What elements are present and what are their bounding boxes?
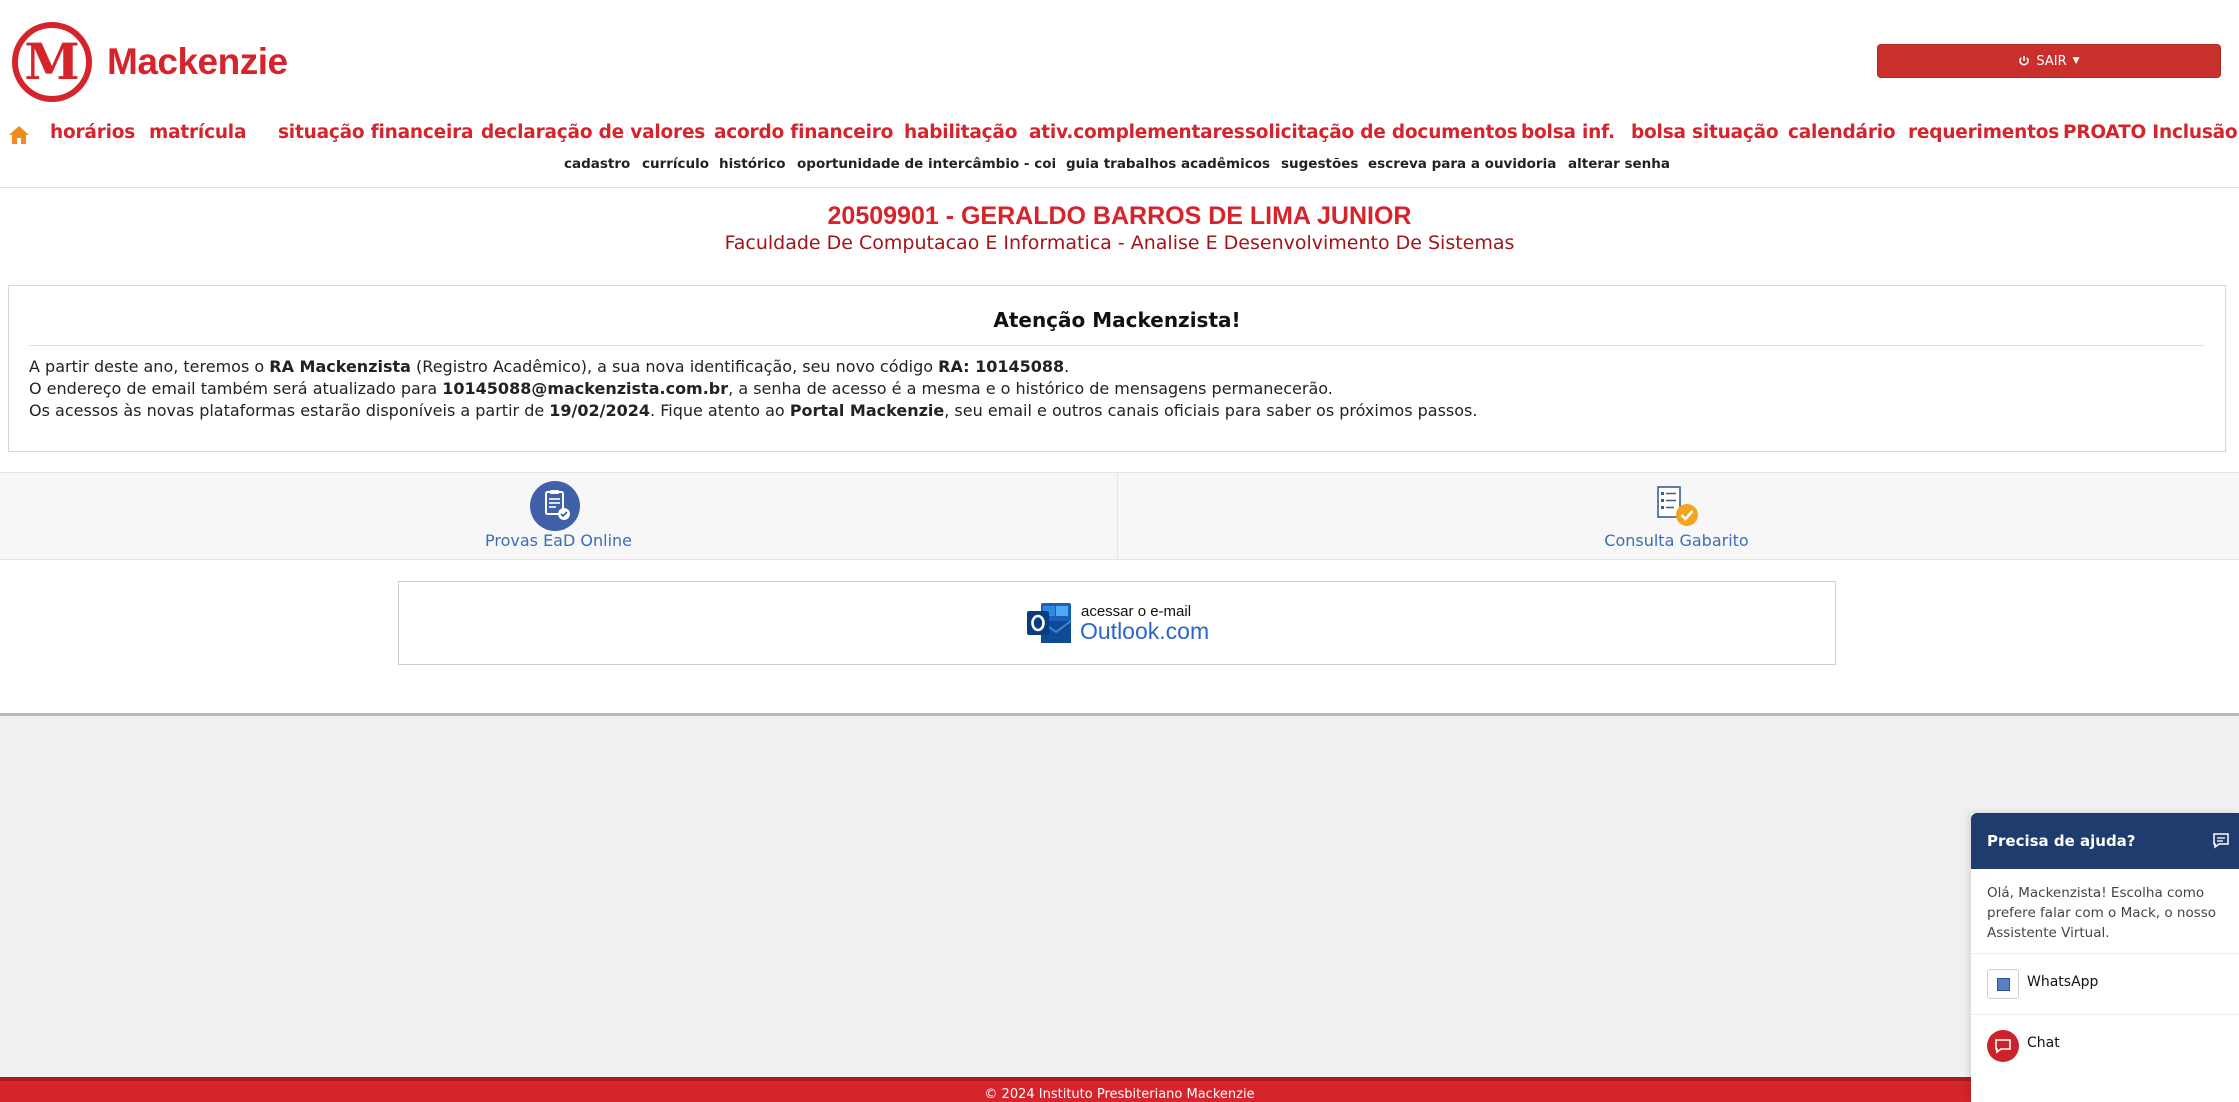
nav-divider [0,187,2239,188]
home-icon[interactable] [8,125,30,145]
nav-acordo-financeiro[interactable]: acordo financeiro [714,122,893,143]
subnav-curriculo[interactable]: currículo [642,156,709,172]
nav-proato-inclusao[interactable]: PROATO Inclusão [2063,122,2238,143]
outlook-title: Outlook.com [1080,618,1210,644]
nav-declaracao-de-valores[interactable]: declaração de valores [481,122,705,143]
help-widget: Precisa de ajuda? Olá, Mackenzista! Esco… [1971,813,2239,1102]
whatsapp-icon [1987,969,2019,999]
nav-solicitacao-de-documentos[interactable]: solicitação de documentos [1245,122,1518,143]
notice-line-date: Os acessos às novas plataformas estarão … [29,401,1478,420]
notice-title: Atenção Mackenzista! [993,308,1241,332]
answer-sheet-check-icon [1657,486,1698,526]
student-course: Faculdade De Computacao E Informatica - … [724,232,1515,254]
outlook-icon [1027,603,1072,643]
logout-label: SAIR [2036,53,2067,69]
notice-divider [29,345,2205,346]
nav-matricula[interactable]: matrícula [149,122,246,143]
main-navigation: horários matrícula situação financeira d… [0,122,2239,152]
clipboard-check-icon [530,481,580,531]
subnav-cadastro[interactable]: cadastro [564,156,630,172]
caret-down-icon: ▼ [2072,56,2080,66]
quick-actions: Provas EaD Online Consulta Gabarito [0,472,2239,561]
help-title: Precisa de ajuda? [1987,832,2136,850]
main-content-area: M Mackenzie SAIR ▼ horários matrícula si… [0,0,2239,716]
chat-icon [1987,1030,2019,1062]
nav-requerimentos[interactable]: requerimentos [1908,122,2059,143]
chat-bubble-icon[interactable] [2212,832,2230,849]
nav-ativ-complementares[interactable]: ativ.complementares [1029,122,1245,143]
subnav-intercambio[interactable]: oportunidade de intercâmbio - coi [797,156,1056,172]
provas-ead-online-button[interactable]: Provas EaD Online [0,473,1117,561]
notice-line-email: O endereço de email também será atualiza… [29,379,1333,398]
power-icon [2019,56,2030,66]
help-header[interactable]: Precisa de ajuda? [1971,813,2239,869]
nav-calendario[interactable]: calendário [1788,122,1896,143]
notice-line-ra: A partir deste ano, teremos o RA Mackenz… [29,357,1070,376]
help-chat-option[interactable]: Chat [1971,1014,2239,1074]
notice-body: A partir deste ano, teremos o RA Mackenz… [29,356,1477,422]
help-chat-label: Chat [2027,1035,2060,1051]
subnav-sugestoes[interactable]: sugestões [1281,156,1358,172]
nav-situacao-financeira[interactable]: situação financeira [278,122,474,143]
help-whatsapp-option[interactable]: WhatsApp [1971,953,2239,1013]
mackenzie-logo[interactable]: M Mackenzie [12,22,288,102]
nav-bolsa-situacao[interactable]: bolsa situação [1631,122,1779,143]
provas-ead-online-label: Provas EaD Online [484,531,632,550]
student-name: 20509901 - GERALDO BARROS DE LIMA JUNIOR [827,202,1412,230]
help-intro: Olá, Mackenzista! Escolha como prefere f… [1987,885,2217,941]
subnav-alterar-senha[interactable]: alterar senha [1568,156,1670,172]
consulta-gabarito-label: Consulta Gabarito [1604,531,1749,550]
nav-horarios[interactable]: horários [50,122,135,143]
footer: © 2024 Instituto Presbiteriano Mackenzie [0,1077,2239,1102]
secondary-navigation: cadastro currículo histórico oportunidad… [0,156,2239,176]
subnav-ouvidoria[interactable]: escreva para a ouvidoria [1368,156,1556,172]
logout-button[interactable]: SAIR ▼ [1877,44,2221,78]
outlook-email-link[interactable]: acessar o e-mail Outlook.com [398,581,1836,665]
footer-copyright: © 2024 Instituto Presbiteriano Mackenzie [984,1087,1255,1102]
help-whatsapp-label: WhatsApp [2027,974,2099,990]
logo-emblem: M [12,22,92,102]
subnav-historico[interactable]: histórico [719,156,786,172]
nav-bolsa-inf[interactable]: bolsa inf. [1521,122,1615,143]
nav-habilitacao[interactable]: habilitação [904,122,1017,143]
notice-panel: Atenção Mackenzista! A partir deste ano,… [8,285,2226,452]
subnav-guia-trabalhos[interactable]: guia trabalhos acadêmicos [1066,156,1270,172]
logo-text: Mackenzie [107,41,288,82]
